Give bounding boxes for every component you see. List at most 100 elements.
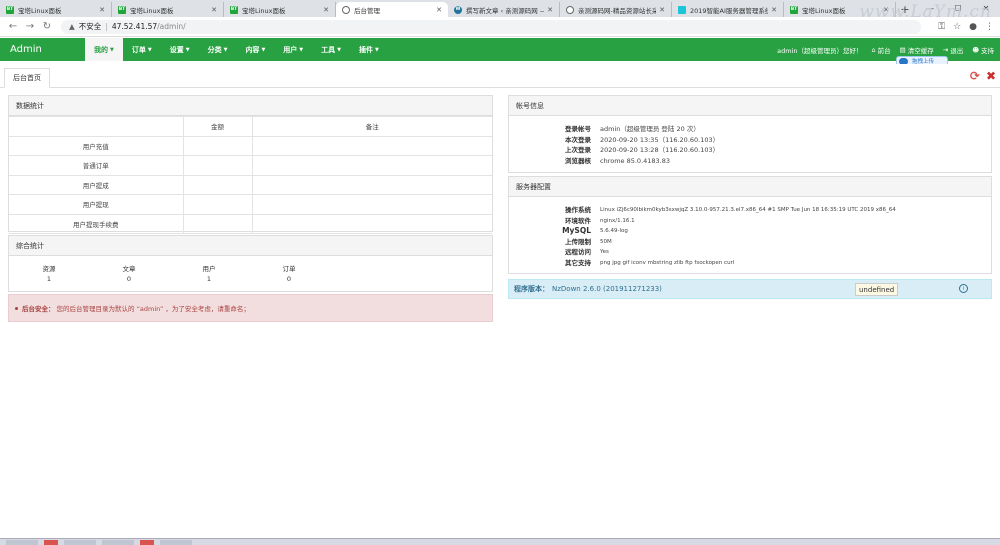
star-icon[interactable]: ☆ — [953, 22, 961, 32]
info-value: 2020-09-20 13:28（116.20.60.103） — [600, 146, 720, 154]
caret-down-icon: ▼ — [147, 46, 152, 53]
browser-tab-title: 后台管理 — [354, 6, 380, 15]
profile-icon[interactable]: ● — [969, 22, 977, 32]
summary-value: 1 — [46, 275, 52, 283]
table-cell — [251, 213, 492, 234]
clear-cache-label: 清空缓存 — [907, 46, 934, 55]
table-row: 用户充值 — [9, 135, 492, 156]
info-row: 其它支持 png jpg gif iconv mbstring zlib ftp … — [509, 258, 991, 269]
taskbar-item[interactable] — [44, 539, 58, 545]
info-key: 环境软件 — [565, 216, 591, 225]
taskbar-item[interactable] — [140, 539, 154, 545]
browser-tab[interactable]: BT 宝塔Linux面板 ✕ — [112, 2, 224, 17]
info-icon[interactable]: i — [959, 284, 968, 293]
summary-label: 文章 — [122, 265, 136, 273]
url-host: 47.52.41.57 — [111, 22, 158, 31]
browser-tab-title: 撰写新文章 ‹ 亲测源码网 — — [466, 6, 545, 15]
globe-icon — [342, 5, 350, 14]
security-label: 不安全 — [78, 22, 102, 31]
security-alert: 后台安全： 您的后台管理目录为默认的 “admin” ，为了安全考虑，请重命名； — [8, 294, 493, 322]
browser-tab[interactable]: 2019智能AI服务器管理系统 ✕ — [672, 2, 784, 17]
key-icon[interactable]: ⚿ — [938, 22, 945, 32]
info-value: admin（超级管理员 登陆 20 次） — [600, 125, 700, 133]
browser-tab-title: 宝塔Linux面板 — [242, 6, 286, 15]
tab-close-icon[interactable]: ✕ — [659, 6, 665, 14]
account-panel: 帐号信息 登录帐号 admin（超级管理员 登陆 20 次） 本次登录 2020-09… — [508, 95, 992, 173]
info-key: 本次登录 — [565, 135, 591, 144]
bt-icon: BT — [118, 5, 126, 14]
table-header: 金额 — [182, 116, 253, 137]
nav-menu-item[interactable]: 我的 ▼ — [85, 38, 123, 61]
table-cell — [251, 155, 492, 176]
tab-close-icon[interactable]: ✕ — [99, 6, 105, 14]
home-link[interactable]: ⌂ 前台 — [871, 45, 890, 55]
tab-close-icon[interactable]: ✕ — [547, 6, 553, 14]
nav-menu-item[interactable]: 工具 ▼ — [312, 38, 350, 61]
clear-cache-link[interactable]: ▤ 清空缓存 — [900, 45, 934, 55]
info-key: 上传限制 — [565, 237, 591, 246]
home-label: 前台 — [877, 46, 891, 55]
table-cell: 用户提现手续费 — [9, 213, 184, 234]
version-label: 程序版本： — [514, 285, 549, 293]
bt-icon: BT — [790, 5, 798, 14]
nav-menu-item[interactable]: 设置 ▼ — [161, 38, 199, 61]
content-tab-strip: 后台首页 ⟳ ✖ — [0, 64, 1000, 88]
greeting-text: admin（超级管理员）您好！ — [777, 46, 863, 55]
url-input[interactable]: ▲ 不安全 | 47.52.41.57 /admin/ — [61, 19, 921, 34]
nav-menu-label: 分类 — [207, 45, 222, 54]
tab-close-icon[interactable]: ✕ — [211, 6, 217, 14]
menu-icon[interactable]: ⋮ — [985, 22, 994, 32]
logout-link[interactable]: ⇥ 退出 — [943, 45, 963, 55]
data-stats-title: 数据统计 — [9, 96, 492, 116]
info-key: 操作系统 — [565, 206, 591, 214]
reload-icon[interactable]: ↻ — [40, 21, 54, 32]
summary-label: 资源 — [42, 265, 56, 273]
info-row: 登录帐号 admin（超级管理员 登陆 20 次） — [509, 124, 991, 135]
nav-menu-item[interactable]: 内容 ▼ — [236, 38, 274, 61]
table-cell — [251, 174, 492, 195]
support-link[interactable]: ☻ 支持 — [972, 45, 994, 55]
browser-tab[interactable]: BT 宝塔Linux面板 ✕ — [224, 2, 336, 17]
taskbar-item[interactable] — [6, 539, 38, 545]
table-cell: 普通订单 — [9, 155, 184, 176]
tab-close-icon[interactable]: ✕ — [323, 6, 329, 14]
tab-close-icon[interactable]: ✕ — [436, 6, 442, 14]
nav-menu-item[interactable]: 分类 ▼ — [199, 38, 237, 61]
taskbar-item[interactable] — [64, 539, 96, 545]
table-row: 用户提现手续费 — [9, 213, 492, 234]
browser-tab[interactable]: W 撰写新文章 ‹ 亲测源码网 — ✕ — [448, 2, 560, 17]
tab-close-icon[interactable]: ✕ — [771, 6, 777, 14]
info-row: 上传限制 50M — [509, 237, 991, 248]
navbar-right: admin（超级管理员）您好！ ⌂ 前台 ▤ 清空缓存 ⇥ 退出 ☻ 支持 — [777, 38, 1000, 61]
browser-tab-title: 宝塔Linux面板 — [130, 6, 174, 15]
support-label: 支持 — [981, 46, 994, 55]
bt-icon: BT — [230, 5, 238, 14]
info-value: Yes — [600, 249, 609, 255]
nav-menu-label: 用户 — [283, 45, 298, 54]
back-icon[interactable]: ← — [6, 21, 20, 32]
caret-down-icon: ▼ — [223, 46, 228, 53]
caret-down-icon: ▼ — [185, 46, 190, 53]
browser-tab[interactable]: BT 宝塔Linux面板 ✕ — [0, 2, 112, 17]
logout-label: 退出 — [950, 46, 964, 55]
nav-menu-item[interactable]: 用户 ▼ — [274, 38, 312, 61]
nav-menu-item[interactable]: 插件 ▼ — [350, 38, 388, 61]
table-cell: 用户充值 — [9, 135, 184, 156]
forward-icon[interactable]: → — [23, 21, 37, 32]
browser-tab[interactable]: 后台管理 ✕ — [336, 2, 448, 17]
summary-value: 0 — [286, 275, 292, 283]
table-cell — [182, 174, 253, 195]
nav-menu-item[interactable]: 订单 ▼ — [123, 38, 161, 61]
browser-tab[interactable]: 亲测源码网-精品资源站长采 ✕ — [560, 2, 672, 17]
table-row: 用户提成 — [9, 174, 492, 195]
summary-item: 订单 0 — [249, 264, 329, 284]
brand-logo[interactable]: Admin — [0, 44, 85, 55]
browser-tab-title: 2019智能AI服务器管理系统 — [690, 6, 769, 15]
url-separator: | — [105, 22, 108, 31]
tab-dashboard[interactable]: 后台首页 — [4, 68, 50, 88]
close-icon[interactable]: ✖ — [986, 69, 996, 83]
refresh-icon[interactable]: ⟳ — [970, 69, 980, 83]
table-cell — [182, 155, 253, 176]
taskbar-item[interactable] — [160, 539, 192, 545]
taskbar-item[interactable] — [102, 539, 134, 545]
